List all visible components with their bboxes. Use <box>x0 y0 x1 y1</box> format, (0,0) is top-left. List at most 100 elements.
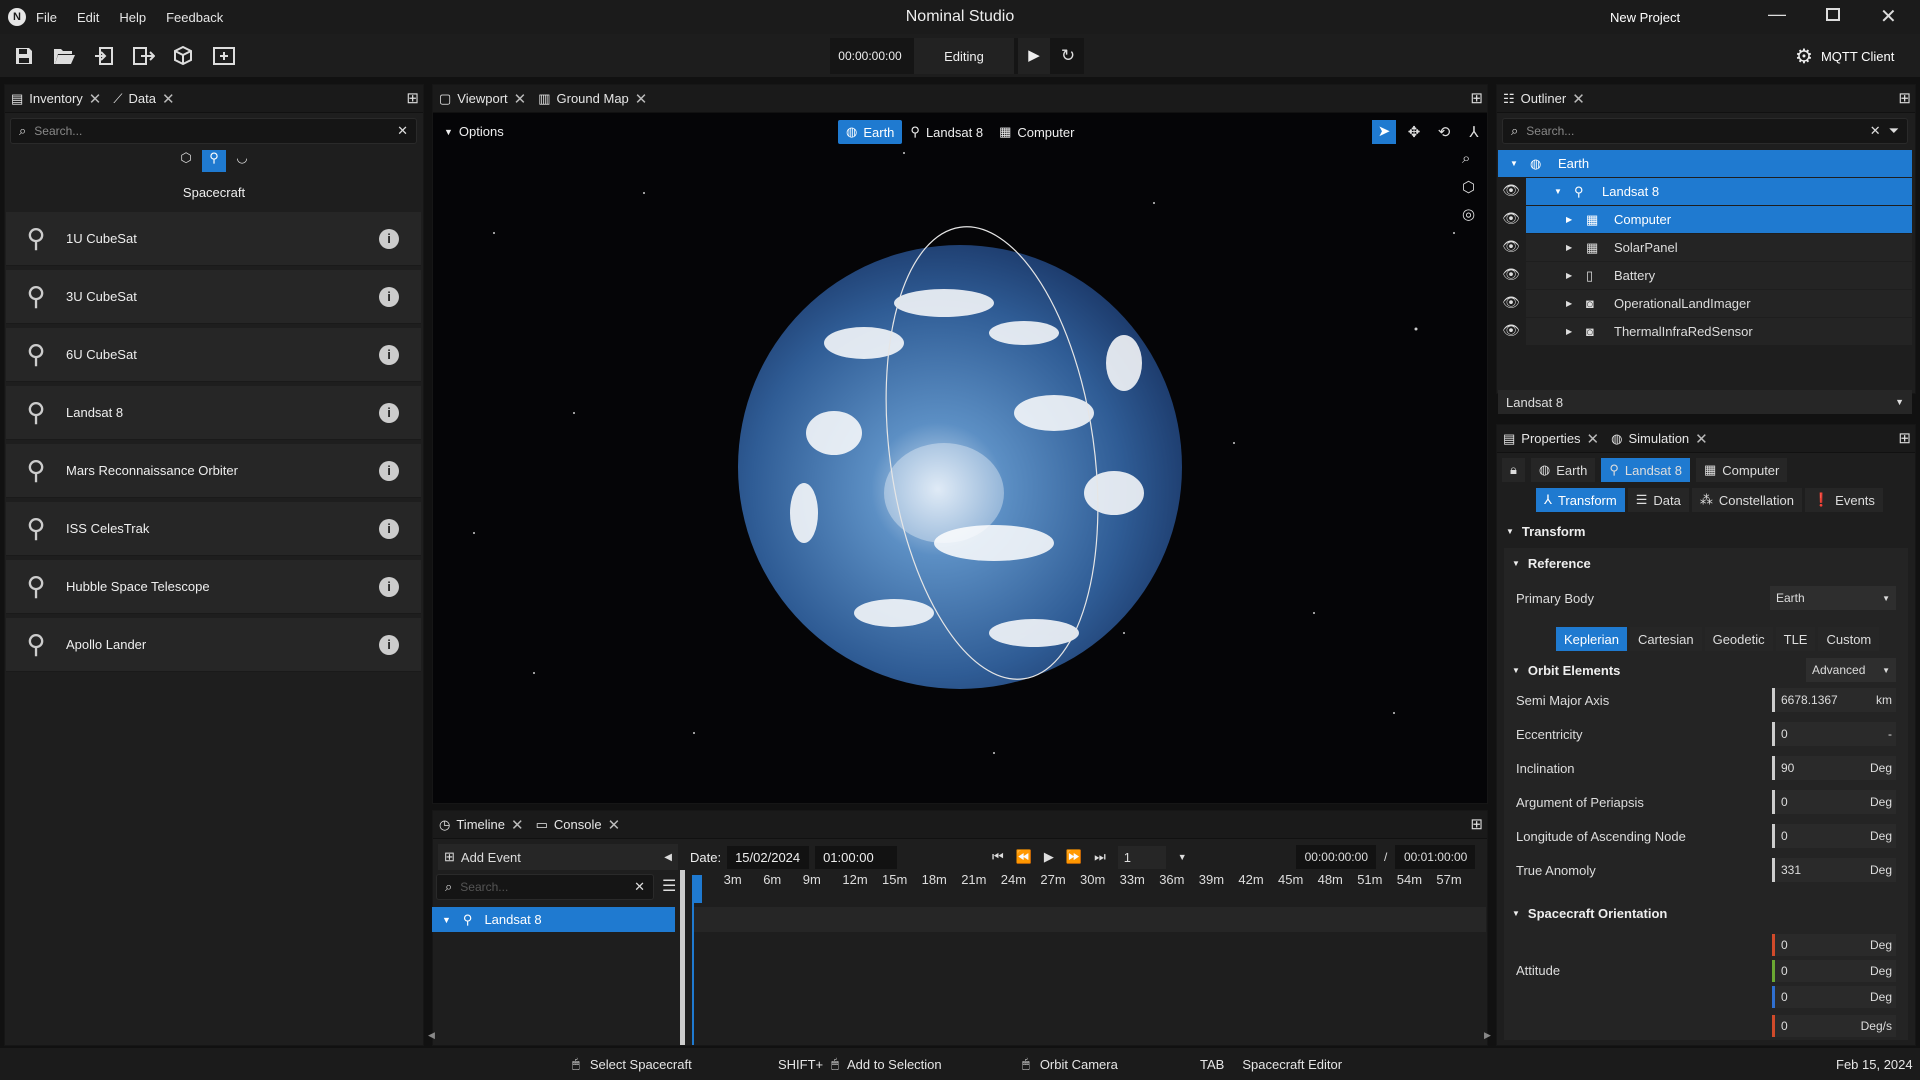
outliner-row[interactable]: ▼ ◍ Earth <box>1498 150 1912 177</box>
attitude-input[interactable]: 0 Deg <box>1772 934 1896 956</box>
info-icon[interactable]: i <box>379 286 399 307</box>
mode-custom[interactable]: Custom <box>1818 627 1880 651</box>
crumb-computer[interactable]: ▦ Computer <box>1695 458 1788 482</box>
timeline-track-lane[interactable] <box>694 907 1486 932</box>
orbit-element-input[interactable]: 0 Deg <box>1772 790 1896 814</box>
tab-viewport[interactable]: ▢ Viewport ✕ <box>439 90 526 108</box>
focus-icon[interactable]: ◎ <box>1462 205 1475 223</box>
tab-properties[interactable]: ▤ Properties ✕ <box>1503 430 1599 448</box>
inventory-item[interactable]: ⚲ Apollo Lander i <box>6 618 421 672</box>
add-event-button[interactable]: ⊞ Add Event ◀ <box>438 844 678 870</box>
inventory-item[interactable]: ⚲ 1U CubeSat i <box>6 212 421 266</box>
search-input[interactable]: Search... <box>460 880 626 894</box>
close-icon[interactable]: ✕ <box>1880 4 1897 29</box>
eye-icon[interactable]: 👁︎ <box>1500 238 1522 255</box>
info-icon[interactable]: i <box>379 576 399 597</box>
eye-icon[interactable]: 👁︎ <box>1500 294 1522 311</box>
maximize-icon[interactable] <box>1826 8 1840 21</box>
inventory-item[interactable]: ⚲ Landsat 8 i <box>6 386 421 440</box>
add-window-icon[interactable] <box>204 36 244 76</box>
close-tab-icon[interactable]: ✕ <box>514 90 527 108</box>
chevron-down-icon[interactable]: ▼ <box>1178 852 1187 862</box>
caret-down-icon[interactable]: ▼ <box>1554 187 1574 196</box>
filter-icon[interactable]: ⏷ <box>1889 123 1899 139</box>
info-icon[interactable]: i <box>379 460 399 481</box>
end-time-field[interactable]: 00:01:00:00 <box>1395 845 1476 869</box>
import-icon[interactable] <box>84 36 124 76</box>
orbit-element-input[interactable]: 0 Deg <box>1772 824 1896 848</box>
orientation-header[interactable]: ▼ Spacecraft Orientation <box>1512 906 1667 921</box>
mode-display[interactable]: Editing <box>914 38 1014 74</box>
mode-geodetic[interactable]: Geodetic <box>1704 627 1773 651</box>
list-view-icon[interactable]: ☰ <box>662 876 676 896</box>
clear-search-icon[interactable]: ✕ <box>397 123 408 139</box>
timeline-splitter[interactable] <box>680 870 685 1045</box>
outliner-row[interactable]: ▶ ▯ Battery <box>1526 262 1912 289</box>
search-input[interactable]: Search... <box>1526 124 1861 138</box>
collapse-icon[interactable]: ◀ <box>664 852 672 863</box>
minimize-icon[interactable]: — <box>1768 4 1786 25</box>
close-tab-icon[interactable]: ✕ <box>89 90 102 108</box>
close-tab-icon[interactable]: ✕ <box>635 90 648 108</box>
mqtt-client-button[interactable]: ⚙ MQTT Client <box>1795 34 1894 78</box>
caret-right-icon[interactable]: ▶ <box>1566 243 1586 252</box>
eye-icon[interactable]: 👁︎ <box>1500 322 1522 339</box>
close-tab-icon[interactable]: ✕ <box>162 90 175 108</box>
export-icon[interactable] <box>124 36 164 76</box>
clear-search-icon[interactable]: ✕ <box>634 879 645 895</box>
caret-right-icon[interactable]: ▶ <box>1566 299 1586 308</box>
info-icon[interactable]: i <box>379 634 399 655</box>
eye-icon[interactable]: 👁︎ <box>1500 266 1522 283</box>
close-tab-icon[interactable]: ✕ <box>511 816 524 834</box>
reset-icon[interactable]: ↻ <box>1052 46 1084 66</box>
lock-icon[interactable]: 🔒︎ <box>1502 458 1525 482</box>
orbit-elements-header[interactable]: ▼ Orbit Elements <box>1512 663 1620 678</box>
skip-end-icon[interactable]: ⏭ <box>1094 849 1106 865</box>
orbit-element-input[interactable]: 0- <box>1772 722 1896 746</box>
new-tab-icon[interactable]: ⊞ <box>406 89 419 107</box>
tab-data[interactable]: ⟋ Data ✕ <box>113 90 174 108</box>
tab-outliner[interactable]: ☷ Outliner ✕ <box>1503 90 1585 108</box>
timeline-track-landsat[interactable]: ▼ ⚲ Landsat 8 <box>432 907 675 932</box>
cube-view-icon[interactable]: ⬡ <box>1462 178 1475 196</box>
reference-header[interactable]: ▼ Reference <box>1512 556 1591 571</box>
current-time-field[interactable]: 00:00:00:00 <box>1296 845 1376 869</box>
new-tab-icon[interactable]: ⊞ <box>1470 815 1483 833</box>
orbit-mode-select[interactable]: Advanced ▼ <box>1806 658 1896 682</box>
inventory-item[interactable]: ⚲ ISS CelesTrak i <box>6 502 421 556</box>
caret-right-icon[interactable]: ▶ <box>1566 215 1586 224</box>
close-tab-icon[interactable]: ✕ <box>1587 430 1600 448</box>
rewind-icon[interactable]: ⏪ <box>1016 849 1032 865</box>
inventory-item[interactable]: ⚲ Hubble Space Telescope i <box>6 560 421 614</box>
open-folder-icon[interactable] <box>44 36 84 76</box>
subtab-transform[interactable]: ⅄ Transform <box>1536 488 1625 512</box>
axes-tool-icon[interactable]: ⅄ <box>1462 123 1486 141</box>
eye-icon[interactable]: 👁︎ <box>1500 182 1522 199</box>
new-tab-icon[interactable]: ⊞ <box>1898 429 1911 447</box>
selected-object-select[interactable]: Landsat 8 ▼ <box>1498 390 1912 414</box>
playhead[interactable] <box>692 875 702 903</box>
inventory-item[interactable]: ⚲ 3U CubeSat i <box>6 270 421 324</box>
play-icon[interactable]: ▶ <box>1018 38 1050 74</box>
viewport-scene[interactable] <box>434 113 1486 803</box>
breadcrumb-computer[interactable]: ▦ Computer <box>991 124 1082 140</box>
save-icon[interactable] <box>4 36 44 76</box>
attitude-input[interactable]: 0 Deg <box>1772 986 1896 1008</box>
caret-down-icon[interactable]: ▼ <box>1510 159 1530 168</box>
zoom-icon[interactable]: ⌕ <box>1462 150 1470 167</box>
close-tab-icon[interactable]: ✕ <box>608 816 621 834</box>
options-toggle[interactable]: ▼ Options <box>444 124 504 139</box>
info-icon[interactable]: i <box>379 402 399 423</box>
mode-tle[interactable]: TLE <box>1775 627 1816 651</box>
select-tool-icon[interactable]: ➤ <box>1372 120 1396 144</box>
orbit-element-input[interactable]: 90 Deg <box>1772 756 1896 780</box>
caret-right-icon[interactable]: ▶ <box>1566 327 1586 336</box>
orbit-element-input[interactable]: 6678.1367 km <box>1772 688 1896 712</box>
time-field[interactable]: 01:00:00 <box>815 845 898 869</box>
outliner-row[interactable]: ▶ ◙ OperationalLandImager <box>1526 290 1912 317</box>
date-field[interactable]: 15/02/2024 <box>727 845 810 869</box>
mode-cartesian[interactable]: Cartesian <box>1629 627 1702 651</box>
close-tab-icon[interactable]: ✕ <box>1572 90 1585 108</box>
outliner-row[interactable]: ▶ ◙ ThermalInfraRedSensor <box>1526 318 1912 345</box>
object-category-icon[interactable]: ⬡ <box>174 150 198 172</box>
